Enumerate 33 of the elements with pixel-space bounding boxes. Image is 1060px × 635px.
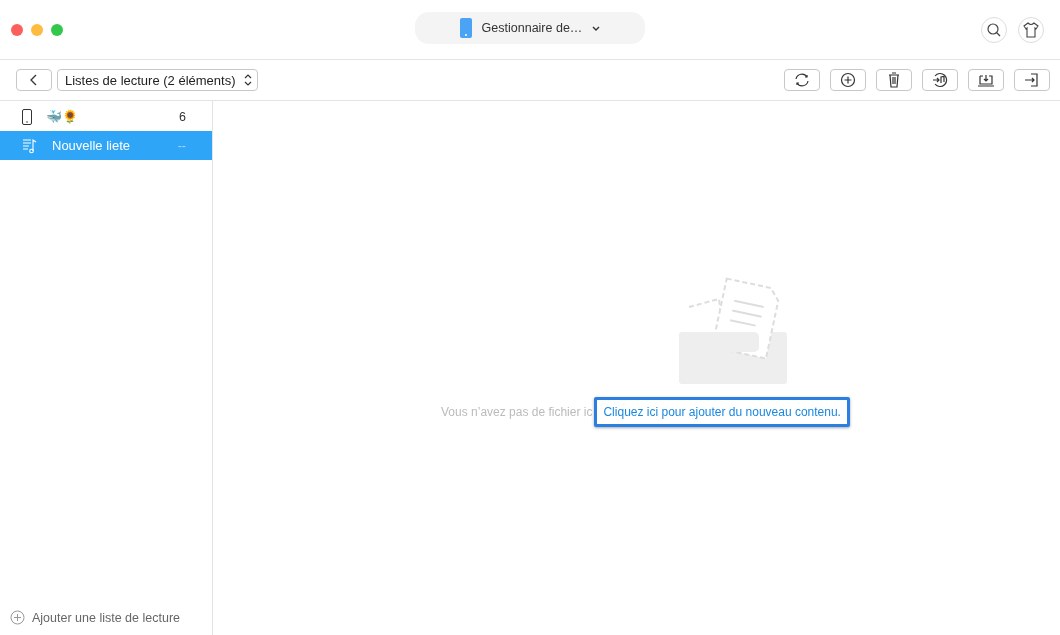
add-playlist-button[interactable]: Ajouter une liste de lecture: [0, 610, 190, 635]
item-count: 6: [179, 109, 186, 124]
search-icon: [987, 22, 1001, 37]
playlist-icon: [22, 137, 38, 154]
add-content-link[interactable]: Cliquez ici pour ajouter du nouveau contenu.: [594, 397, 850, 427]
plus-circle-icon: [10, 610, 25, 625]
refresh-button[interactable]: [784, 69, 820, 91]
up-down-arrows-icon: [243, 74, 252, 86]
phone-icon: [459, 18, 472, 38]
to-itunes-icon: [931, 72, 949, 88]
category-dropdown[interactable]: Listes de lecture (2 éléments): [57, 69, 258, 91]
to-computer-button[interactable]: [968, 69, 1004, 91]
search-button[interactable]: [981, 16, 1007, 43]
device-menu[interactable]: Gestionnaire de…: [415, 12, 645, 44]
delete-button[interactable]: [876, 69, 912, 91]
chevron-left-icon: [30, 74, 38, 86]
to-computer-icon: [977, 72, 995, 88]
to-device-button[interactable]: [1014, 69, 1050, 91]
phone-icon: [22, 108, 32, 125]
to-itunes-button[interactable]: [922, 69, 958, 91]
empty-message: Vous n’avez pas de fichier ic: [441, 405, 593, 419]
sidebar-item[interactable]: 🐳🌻 6: [0, 102, 212, 131]
t-shirt-icon: [1023, 21, 1039, 38]
to-device-icon: [1023, 72, 1041, 88]
playlist-name: Nouvelle liete: [52, 138, 132, 153]
item-count: --: [177, 138, 186, 153]
close-window-button[interactable]: [11, 23, 23, 36]
add-button[interactable]: [830, 69, 866, 91]
playlist-name: 🐳🌻: [46, 109, 79, 124]
add-icon: [839, 72, 857, 88]
refresh-icon: [793, 72, 811, 88]
skin-button[interactable]: [1018, 16, 1044, 43]
chevron-down-icon: [592, 25, 601, 31]
